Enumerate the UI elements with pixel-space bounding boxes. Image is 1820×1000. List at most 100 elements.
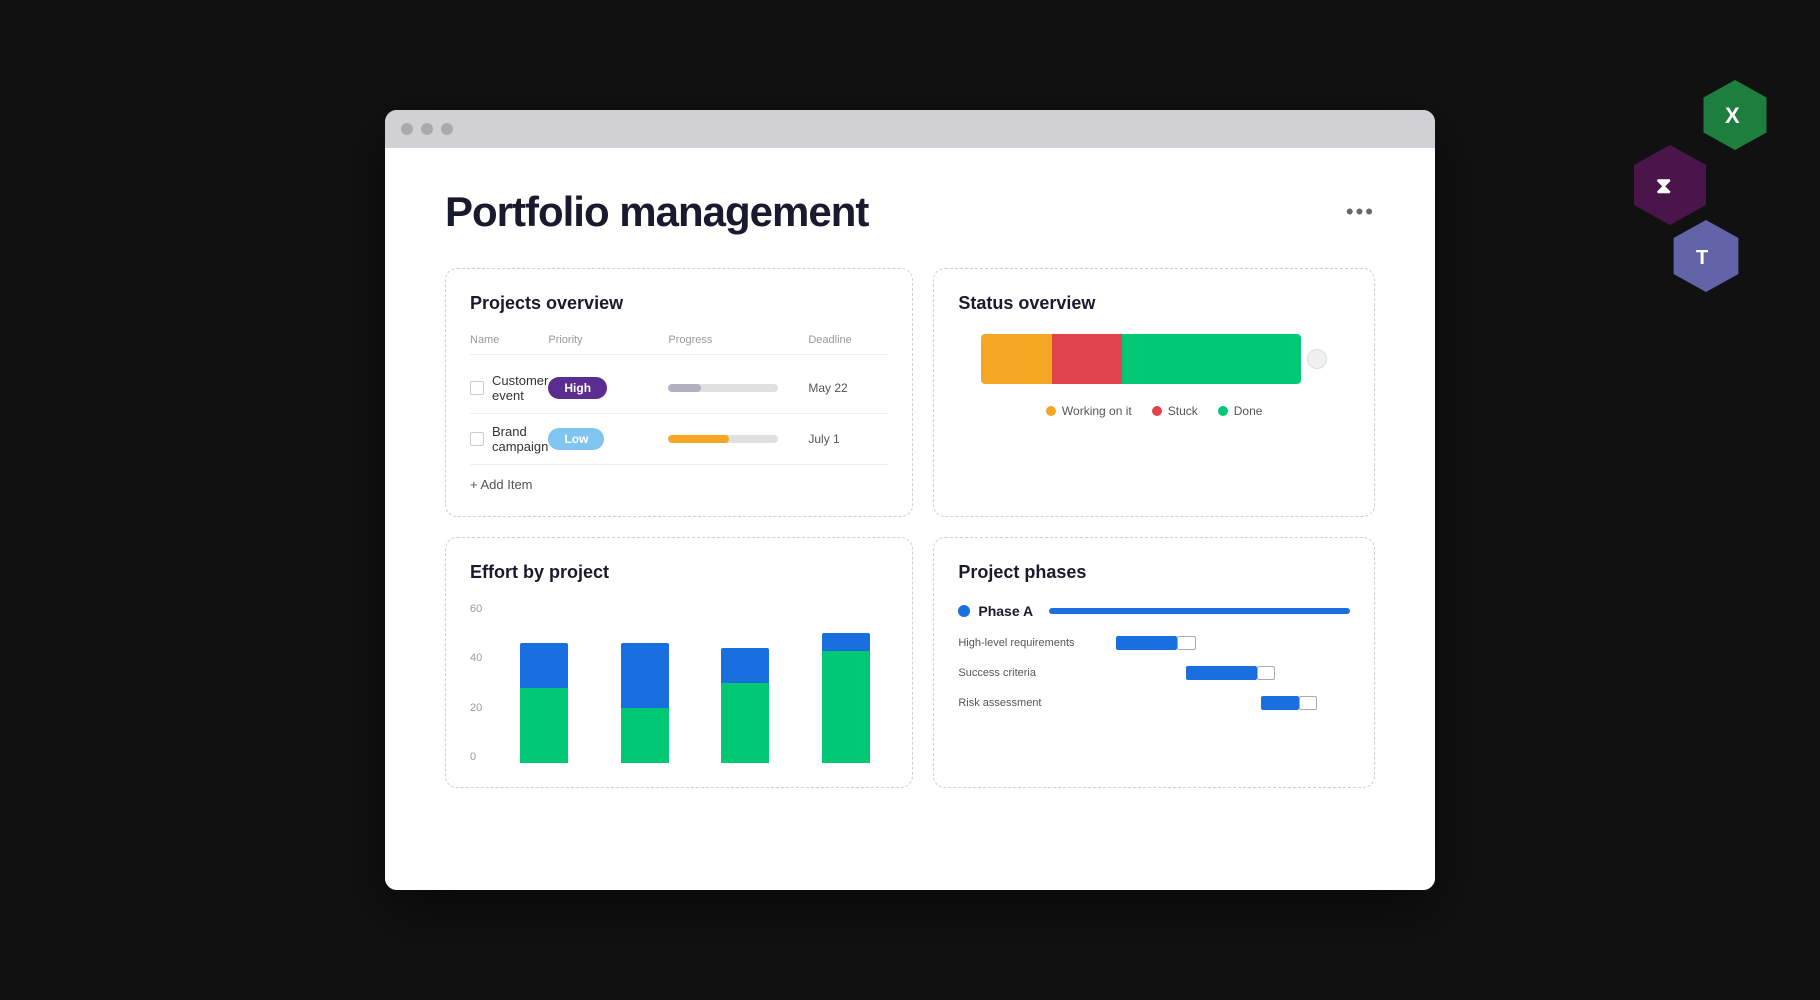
integration-icons: X ⧗ T (1640, 80, 1770, 282)
projects-overview-card: Projects overview Name Priority Progress… (445, 268, 913, 517)
status-segment-done (1122, 334, 1301, 384)
status-handle (1307, 349, 1327, 369)
bar-chart (502, 603, 888, 763)
status-legend: Working on it Stuck Done (958, 404, 1350, 418)
bar-blue (621, 643, 669, 708)
bar-stack (520, 643, 568, 763)
progress-bar-fill (668, 435, 729, 443)
legend-item-done: Done (1218, 404, 1263, 418)
phase-bar (1049, 608, 1350, 614)
browser-titlebar (385, 110, 1435, 148)
gantt-row: High-level requirements (958, 635, 1350, 651)
table-header: Name Priority Progress Deadline (470, 334, 888, 355)
browser-dot-1 (401, 123, 413, 135)
effort-chart-card: Effort by project 60 40 20 0 (445, 537, 913, 788)
legend-label-working: Working on it (1062, 404, 1132, 418)
bar-green (520, 688, 568, 763)
col-name: Name (470, 334, 548, 346)
page-title: Portfolio management (445, 188, 868, 236)
teams-icon: T (1670, 220, 1742, 292)
gantt-bar (1116, 636, 1177, 650)
project-checkbox[interactable] (470, 381, 484, 395)
bar-green (822, 651, 870, 763)
browser-dot-3 (441, 123, 453, 135)
excel-icon: X (1700, 80, 1770, 150)
gantt-track (1116, 635, 1350, 651)
phase-dot (958, 605, 970, 617)
col-progress: Progress (668, 334, 808, 346)
gantt-track (1116, 695, 1350, 711)
project-name-cell: Brand campaign (470, 424, 548, 454)
legend-label-done: Done (1234, 404, 1263, 418)
bar-group (502, 603, 587, 763)
gantt-rows: High-level requirements Success criteria (958, 635, 1350, 711)
phase-label: Phase A (978, 603, 1033, 619)
gantt-connector-box (1299, 696, 1318, 710)
y-label: 0 (470, 751, 482, 763)
project-name: Brand campaign (492, 424, 548, 454)
deadline-text: May 22 (808, 381, 888, 395)
project-phases-title: Project phases (958, 562, 1350, 583)
priority-cell: Low (548, 428, 668, 450)
bar-stack (621, 643, 669, 763)
add-item-button[interactable]: + Add Item (470, 477, 888, 492)
bar-green (721, 683, 769, 763)
priority-badge-low[interactable]: Low (548, 428, 604, 450)
progress-bar-container (668, 435, 778, 443)
project-name-cell: Customer event (470, 373, 548, 403)
gantt-bar (1186, 666, 1256, 680)
bar-blue (721, 648, 769, 683)
gantt-bar (1261, 696, 1298, 710)
priority-badge-high[interactable]: High (548, 377, 607, 399)
cards-grid: Projects overview Name Priority Progress… (445, 268, 1375, 788)
more-options-button[interactable]: ••• (1346, 199, 1375, 225)
deadline-text: July 1 (808, 432, 888, 446)
slack-icon: ⧗ (1630, 145, 1710, 225)
bar-blue (520, 643, 568, 688)
y-label: 20 (470, 702, 482, 714)
bar-stack (822, 633, 870, 763)
gantt-row-label: Success criteria (958, 667, 1108, 679)
status-segment-working (981, 334, 1051, 384)
browser-window: Portfolio management ••• Projects overvi… (385, 110, 1435, 890)
gantt-track (1116, 665, 1350, 681)
project-phases-card: Project phases Phase A High-level requir… (933, 537, 1375, 788)
svg-text:T: T (1696, 247, 1708, 269)
status-bar-container (958, 334, 1350, 384)
status-segment-stuck (1052, 334, 1122, 384)
status-overview-title: Status overview (958, 293, 1350, 314)
projects-overview-title: Projects overview (470, 293, 888, 314)
project-checkbox[interactable] (470, 432, 484, 446)
project-name: Customer event (492, 373, 548, 403)
legend-label-stuck: Stuck (1168, 404, 1198, 418)
bar-green (621, 708, 669, 763)
status-bar (981, 334, 1301, 384)
y-axis: 60 40 20 0 (470, 603, 482, 763)
browser-content: Portfolio management ••• Projects overvi… (385, 148, 1435, 890)
bar-group (703, 603, 788, 763)
page-header: Portfolio management ••• (445, 188, 1375, 236)
table-row: Customer event High May 22 (470, 363, 888, 414)
col-deadline: Deadline (808, 334, 888, 346)
legend-dot-stuck (1152, 406, 1162, 416)
legend-item-working: Working on it (1046, 404, 1132, 418)
bar-blue (822, 633, 870, 651)
browser-dot-2 (421, 123, 433, 135)
gantt-connector-box (1177, 636, 1196, 650)
legend-dot-done (1218, 406, 1228, 416)
svg-text:⧗: ⧗ (1656, 173, 1671, 198)
bar-group (603, 603, 688, 763)
legend-item-stuck: Stuck (1152, 404, 1198, 418)
table-row: Brand campaign Low July 1 (470, 414, 888, 465)
progress-bar-fill (668, 384, 701, 392)
gantt-row-label: Risk assessment (958, 697, 1108, 709)
effort-chart-title: Effort by project (470, 562, 888, 583)
y-label: 60 (470, 603, 482, 615)
bar-stack (721, 648, 769, 763)
gantt-row: Risk assessment (958, 695, 1350, 711)
phase-header: Phase A (958, 603, 1350, 619)
svg-text:X: X (1725, 103, 1740, 128)
y-label: 40 (470, 652, 482, 664)
bar-group (804, 603, 889, 763)
gantt-row: Success criteria (958, 665, 1350, 681)
